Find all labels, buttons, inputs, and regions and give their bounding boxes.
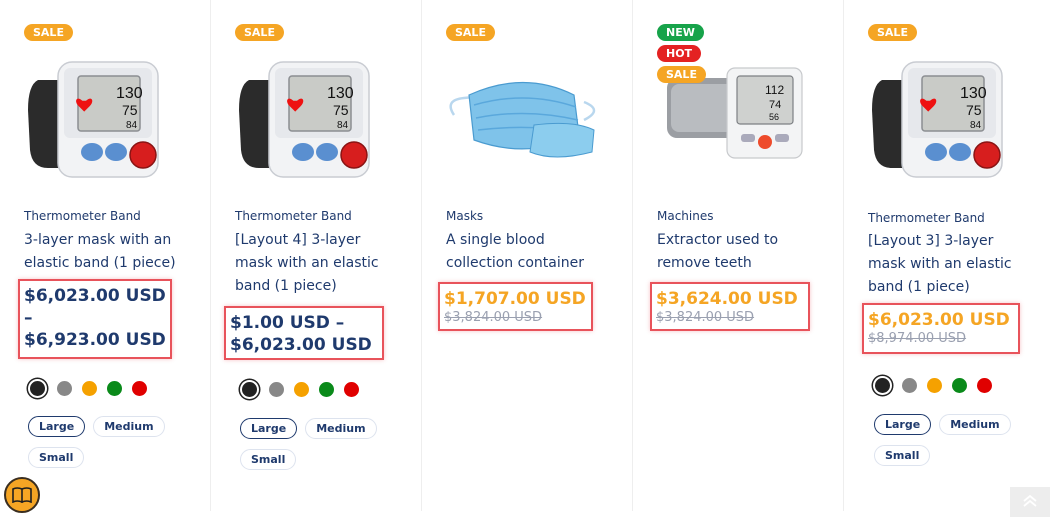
size-option-large[interactable]: Large bbox=[240, 418, 298, 439]
product-image[interactable] bbox=[844, 30, 1055, 190]
size-option-small[interactable]: Small bbox=[874, 445, 931, 466]
price-text: – bbox=[24, 308, 33, 328]
price-text: $6,023.00 USD bbox=[230, 335, 372, 355]
product-card[interactable]: SALE Thermometer Band [Layout 4] 3-layer… bbox=[211, 0, 422, 511]
color-swatch[interactable] bbox=[107, 381, 122, 396]
price-highlight: $1,707.00 USD $3,824.00 USD bbox=[438, 282, 593, 331]
color-swatches bbox=[240, 380, 359, 399]
price-highlight: $6,023.00 USD – $6,923.00 USD bbox=[18, 279, 172, 359]
badge-group: SALE bbox=[446, 24, 495, 41]
badge-group: SALE bbox=[235, 24, 284, 41]
price-text: $1.00 USD – bbox=[230, 313, 345, 333]
sale-badge: SALE bbox=[446, 24, 495, 41]
color-swatch[interactable] bbox=[82, 381, 97, 396]
product-title[interactable]: [Layout 4] 3-layer mask with an elastic … bbox=[235, 229, 400, 298]
catalog-button[interactable] bbox=[4, 477, 40, 513]
product-title[interactable]: [Layout 3] 3-layer mask with an elastic … bbox=[868, 230, 1033, 299]
badge-group: NEW HOT SALE bbox=[657, 24, 706, 83]
product-grid: SALE Thermometer Band 3-layer mask with … bbox=[0, 0, 1055, 511]
product-card[interactable]: NEW HOT SALE Machines Extractor used to … bbox=[633, 0, 844, 511]
size-option-medium[interactable]: Medium bbox=[305, 418, 377, 439]
color-swatch[interactable] bbox=[30, 381, 45, 396]
size-option-small[interactable]: Small bbox=[28, 447, 85, 468]
size-options: Large Medium Small bbox=[874, 414, 1054, 466]
color-swatch[interactable] bbox=[294, 382, 309, 397]
color-swatch[interactable] bbox=[242, 382, 257, 397]
color-swatch[interactable] bbox=[927, 378, 942, 393]
color-swatch[interactable] bbox=[344, 382, 359, 397]
color-swatch[interactable] bbox=[57, 381, 72, 396]
price-text: $6,923.00 USD bbox=[24, 330, 166, 350]
color-swatches bbox=[873, 376, 992, 395]
badge-group: SALE bbox=[868, 24, 917, 41]
product-card[interactable]: SALE Thermometer Band 3-layer mask with … bbox=[0, 0, 211, 511]
product-title[interactable]: A single blood collection container bbox=[446, 229, 606, 275]
color-swatch[interactable] bbox=[319, 382, 334, 397]
product-category[interactable]: Machines bbox=[657, 209, 713, 223]
product-image[interactable] bbox=[0, 30, 211, 190]
scroll-to-top-button[interactable] bbox=[1010, 487, 1050, 517]
sale-price: $6,023.00 USD bbox=[868, 310, 1010, 330]
original-price: $3,824.00 USD bbox=[444, 310, 543, 325]
color-swatch[interactable] bbox=[952, 378, 967, 393]
original-price: $3,824.00 USD bbox=[656, 310, 755, 325]
price-text: $6,023.00 USD bbox=[24, 286, 166, 306]
color-swatch[interactable] bbox=[132, 381, 147, 396]
product-title[interactable]: Extractor used to remove teeth bbox=[657, 229, 787, 275]
sale-badge: SALE bbox=[657, 66, 706, 83]
size-option-large[interactable]: Large bbox=[874, 414, 932, 435]
size-options: Large Medium Small bbox=[240, 418, 420, 470]
sale-badge: SALE bbox=[868, 24, 917, 41]
size-option-large[interactable]: Large bbox=[28, 416, 86, 437]
color-swatch[interactable] bbox=[875, 378, 890, 393]
color-swatches bbox=[28, 379, 147, 398]
color-swatch[interactable] bbox=[269, 382, 284, 397]
price-highlight: $1.00 USD – $6,023.00 USD bbox=[224, 306, 384, 360]
sale-badge: SALE bbox=[24, 24, 73, 41]
price-highlight: $6,023.00 USD $8,974.00 USD bbox=[862, 303, 1020, 354]
chevron-up-icon bbox=[1023, 494, 1037, 507]
size-option-medium[interactable]: Medium bbox=[939, 414, 1011, 435]
color-swatch[interactable] bbox=[977, 378, 992, 393]
product-card[interactable]: SALE Thermometer Band [Layout 3] 3-layer… bbox=[844, 0, 1055, 511]
product-category[interactable]: Masks bbox=[446, 209, 483, 223]
size-option-medium[interactable]: Medium bbox=[93, 416, 165, 437]
product-category[interactable]: Thermometer Band bbox=[24, 209, 141, 223]
color-swatch[interactable] bbox=[902, 378, 917, 393]
product-image[interactable] bbox=[211, 30, 422, 190]
original-price: $8,974.00 USD bbox=[868, 331, 967, 346]
sale-price: $1,707.00 USD bbox=[444, 289, 586, 309]
hot-badge: HOT bbox=[657, 45, 702, 62]
sale-badge: SALE bbox=[235, 24, 284, 41]
size-option-small[interactable]: Small bbox=[240, 449, 297, 470]
product-category[interactable]: Thermometer Band bbox=[235, 209, 352, 223]
new-badge: NEW bbox=[657, 24, 704, 41]
product-card[interactable]: SALE Masks A single blood collection con… bbox=[422, 0, 633, 511]
badge-group: SALE bbox=[24, 24, 73, 41]
sale-price: $3,624.00 USD bbox=[656, 289, 798, 309]
product-category[interactable]: Thermometer Band bbox=[868, 211, 985, 225]
price-highlight: $3,624.00 USD $3,824.00 USD bbox=[650, 282, 810, 331]
size-options: Large Medium Small bbox=[28, 416, 208, 468]
product-image[interactable] bbox=[422, 30, 633, 190]
book-icon bbox=[12, 487, 32, 503]
product-title[interactable]: 3-layer mask with an elastic band (1 pie… bbox=[24, 229, 184, 275]
